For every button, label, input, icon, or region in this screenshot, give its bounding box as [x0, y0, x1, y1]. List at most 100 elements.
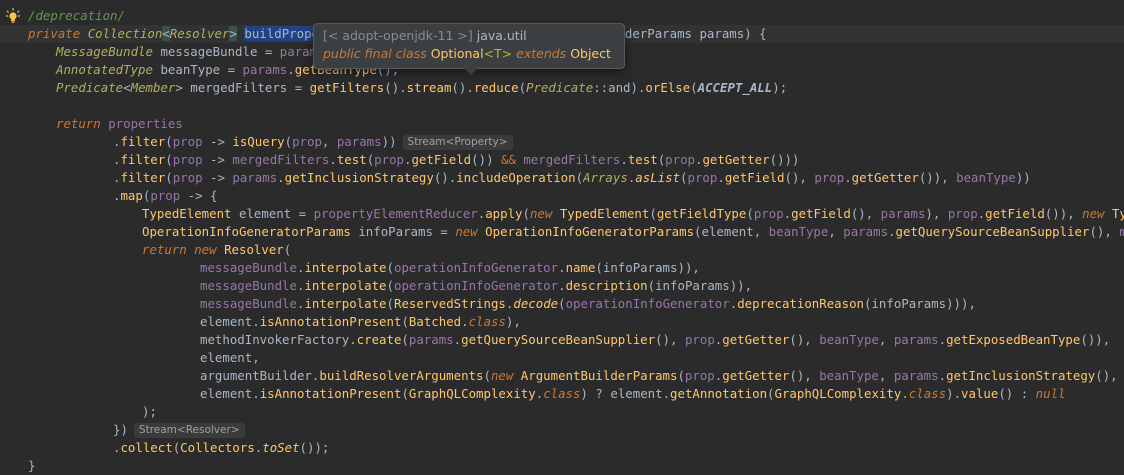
tooltip-pointer [464, 68, 478, 75]
code-line[interactable]: MessageBundle messageBundle = params [0, 43, 325, 61]
code-line[interactable]: ); [0, 403, 157, 421]
code-token: , [321, 134, 337, 149]
code-token: value [961, 386, 999, 401]
code-token: ()); [299, 440, 330, 455]
code-token: , [878, 368, 894, 383]
tooltip-type-param: <T> [483, 46, 513, 61]
code-editor[interactable]: /deprecation/private Collection<Resolver… [0, 0, 1124, 475]
code-line[interactable]: element.isAnnotationPresent(Batched.clas… [0, 313, 521, 331]
code-token: ()), [918, 170, 957, 185]
code-line[interactable]: messageBundle. interpolate(operationInfoG… [0, 259, 700, 277]
code-token: create [356, 332, 402, 347]
code-token: messageBundle = [160, 44, 280, 59]
code-token: TypedElement [142, 206, 239, 221]
code-token: getQuerySourceBeanSupplier [461, 332, 656, 347]
code-token: ( [401, 386, 409, 401]
code-line[interactable]: return new Resolver( [0, 241, 291, 259]
code-line[interactable]: messageBundle. interpolate(operationInfoG… [0, 277, 752, 295]
code-line[interactable] [0, 97, 56, 115]
code-line[interactable]: TypedElement element = propertyElementRe… [0, 205, 1124, 223]
code-token: operationInfoGenerator [393, 278, 559, 293]
code-line[interactable]: .collect(Collectors.toSet()); [0, 439, 329, 457]
code-token: ) ? element. [580, 386, 671, 401]
code-token: getField [985, 206, 1045, 221]
code-token: Predicate [526, 80, 594, 95]
code-token: . [558, 278, 566, 293]
code-token: ), [505, 314, 521, 329]
code-line[interactable]: .filter(prop -> params.getInclusionStrat… [0, 169, 1031, 187]
code-token: infoParams = [358, 224, 456, 239]
code-token: -> [202, 134, 233, 149]
code-token: prop [172, 152, 203, 167]
code-token: params [232, 170, 278, 185]
code-token: prop [374, 152, 404, 167]
code-token: . [938, 368, 947, 383]
code-token: ( [483, 368, 491, 383]
code-token: (), [1095, 368, 1124, 383]
tooltip-header: [< adopt-openjdk-11 >] java.util [323, 28, 527, 43]
code-line[interactable]: OperationInfoGeneratorParams infoParams … [0, 223, 1124, 241]
code-token: interpolate [304, 296, 387, 311]
code-token: element = [238, 206, 314, 221]
code-token: beanType [819, 332, 879, 347]
code-token: (). [433, 170, 457, 185]
code-token: prop [947, 206, 978, 221]
code-token: class [468, 314, 506, 329]
code-token: prop [150, 188, 181, 203]
code-line[interactable]: /deprecation/ [0, 7, 125, 25]
code-token: ( [522, 206, 530, 221]
code-token: beanType [956, 170, 1016, 185]
code-token: mergedFilters [523, 152, 621, 167]
code-line[interactable]: element, [0, 349, 260, 367]
code-token: ( [746, 206, 754, 221]
code-token: (infoParams)), [595, 260, 700, 275]
code-line[interactable]: .filter(prop -> mergedFilters.test(prop.… [0, 151, 799, 169]
code-line[interactable]: argumentBuilder.buildResolverArguments(n… [0, 367, 1124, 385]
tooltip-modifiers: public final class [323, 46, 427, 61]
code-token: ( [401, 314, 409, 329]
code-token: null [1035, 386, 1066, 401]
code-token: Collection [87, 26, 163, 41]
code-token: mergedFilters [232, 152, 330, 167]
code-token: } [28, 458, 36, 473]
code-token: prop [684, 368, 715, 383]
code-token: . [901, 386, 909, 401]
code-token: ::and). [593, 80, 646, 95]
code-token: properties [108, 116, 183, 131]
code-line[interactable]: return properties [0, 115, 183, 133]
code-line[interactable]: methodInvokerFactory.create(params.getQu… [0, 331, 1110, 349]
code-token: . [938, 332, 947, 347]
code-token: . [620, 152, 628, 167]
code-token: Resolver [224, 242, 284, 257]
code-line[interactable]: element.isAnnotationPresent(GraphQLCompl… [0, 385, 1066, 403]
code-token: . [453, 332, 462, 347]
code-line[interactable]: } [0, 457, 35, 475]
code-token: Predicate [56, 80, 124, 95]
code-token: beanType [768, 224, 829, 239]
code-token: ( [386, 260, 394, 275]
code-token: private [28, 26, 88, 41]
code-token: . [977, 206, 986, 221]
code-token: ( [165, 152, 173, 167]
code-token: decode [513, 296, 559, 311]
code-token: ()), [1044, 206, 1083, 221]
code-line[interactable]: messageBundle.interpolate(ReservedString… [0, 295, 976, 313]
code-line[interactable]: }) Stream<Resolver> [0, 421, 245, 439]
code-token: description [565, 278, 648, 293]
code-token: ()) [471, 152, 501, 167]
code-token: ( [767, 386, 775, 401]
code-token: . [558, 260, 566, 275]
code-token: , [828, 224, 844, 239]
code-line[interactable]: .filter(prop -> isQuery(prop, params)) St… [0, 133, 513, 151]
code-token: getAnnotation [670, 386, 768, 401]
code-token: > [229, 26, 237, 41]
code-line[interactable]: .map(prop -> { [0, 187, 217, 205]
code-line[interactable]: Predicate<Member> mergedFilters = getFil… [0, 79, 787, 97]
code-token: () : [998, 386, 1036, 401]
type-inlay-hint: Stream<Property> [402, 135, 513, 150]
code-token: getInclusionStrategy [946, 368, 1096, 383]
code-token: . [287, 62, 295, 77]
code-token: ), [925, 206, 948, 221]
code-token: (), [1089, 224, 1120, 239]
code-token: (). [384, 80, 407, 95]
